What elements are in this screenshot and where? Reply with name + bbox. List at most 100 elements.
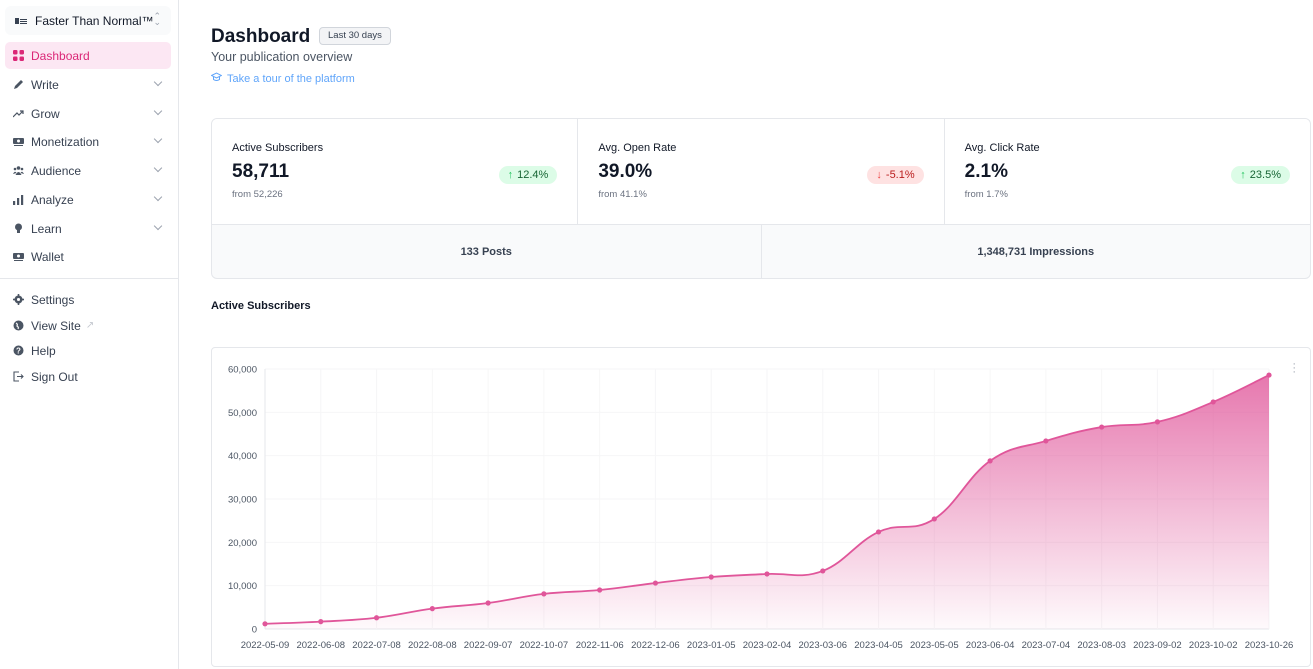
y-tick-label: 40,000 <box>228 451 257 462</box>
page-subtitle: Your publication overview <box>211 50 353 64</box>
sidebar-item-analyze[interactable]: Analyze <box>5 186 171 213</box>
sidebar-item-label: Help <box>31 343 56 358</box>
stat-card-open-rate: Avg. Open Rate 39.0% from 41.1% ↓ -5.1% <box>578 119 945 224</box>
external-link-icon: ↗ <box>85 320 95 331</box>
data-point <box>1043 438 1049 444</box>
sidebar-item-write[interactable]: Write <box>5 71 171 98</box>
data-point <box>429 606 435 612</box>
data-point <box>820 568 826 574</box>
x-tick-label: 2022-09-07 <box>464 640 513 651</box>
svg-text:?: ? <box>16 346 21 355</box>
stats-panel: Active Subscribers 58,711 from 52,226 ↑ 1… <box>211 118 1311 279</box>
data-point <box>485 600 491 606</box>
y-tick-label: 50,000 <box>228 408 257 419</box>
globe-icon <box>13 320 24 331</box>
data-point <box>931 516 937 522</box>
sidebar-item-sign-out[interactable]: Sign Out <box>5 363 171 390</box>
sidebar-item-learn[interactable]: Learn <box>5 215 171 242</box>
x-tick-label: 2023-07-04 <box>1022 640 1071 651</box>
wallet-icon <box>13 251 24 262</box>
chevron-down-icon <box>153 134 163 144</box>
stat-previous: from 52,226 <box>232 189 283 200</box>
sign-out-icon <box>13 371 24 382</box>
x-tick-label: 2023-10-02 <box>1189 640 1238 651</box>
stat-previous: from 41.1% <box>598 189 647 200</box>
chevron-down-icon <box>153 77 163 87</box>
sidebar-item-help[interactable]: ? Help <box>5 337 171 364</box>
sidebar-item-dashboard[interactable]: Dashboard <box>5 42 171 69</box>
grid-icon <box>13 50 24 61</box>
question-icon: ? <box>13 345 24 356</box>
lightbulb-icon <box>13 223 24 234</box>
sidebar-item-label: Learn <box>31 221 62 236</box>
publication-name: Faster Than Normal™ <box>35 13 154 28</box>
chart-section-title: Active Subscribers <box>211 300 311 312</box>
data-point <box>987 458 993 464</box>
x-tick-label: 2023-06-04 <box>966 640 1015 651</box>
sidebar-item-audience[interactable]: Audience <box>5 157 171 184</box>
sidebar: Faster Than Normal™ ⌃ ⌄ Dashboard Write G… <box>0 0 179 669</box>
sidebar-item-grow[interactable]: Grow <box>5 100 171 127</box>
sidebar-item-label: Monetization <box>31 134 100 149</box>
y-tick-label: 10,000 <box>228 581 257 592</box>
sidebar-item-label: Settings <box>31 292 75 307</box>
data-point <box>597 587 603 593</box>
chevron-up-down-icon: ⌃ ⌄ <box>153 11 161 27</box>
gear-icon <box>13 294 24 305</box>
y-tick-label: 60,000 <box>228 365 257 376</box>
chart-svg: 0 10,000 20,000 30,000 40,000 50,000 60,000 20… <box>228 365 1294 652</box>
subscribers-chart: 0 10,000 20,000 30,000 40,000 50,000 60,000 20… <box>211 347 1311 667</box>
total-impressions: 1,348,731 Impressions <box>977 246 1095 258</box>
stat-previous: from 1.7% <box>964 189 1008 200</box>
change-badge: ↑ 23.5% <box>1231 166 1290 184</box>
page-title: Dashboard <box>211 26 311 47</box>
change-value: -5.1% <box>885 169 915 181</box>
change-badge: ↓ -5.1% <box>867 166 924 184</box>
data-point <box>1266 372 1272 378</box>
x-tick-label: 2023-01-05 <box>687 640 736 651</box>
data-point <box>262 621 268 627</box>
sidebar-item-monetization[interactable]: Monetization <box>5 128 171 155</box>
sidebar-item-label: Audience <box>31 163 82 178</box>
publication-selector[interactable]: Faster Than Normal™ ⌃ ⌄ <box>5 6 171 35</box>
sidebar-item-settings[interactable]: Settings <box>5 286 171 313</box>
date-range-badge[interactable]: Last 30 days <box>319 27 391 45</box>
x-tick-label: 2023-09-02 <box>1133 640 1182 651</box>
data-point <box>875 529 882 535</box>
x-tick-label: 2022-12-06 <box>631 640 680 651</box>
stat-value: 2.1% <box>964 161 1008 182</box>
arrow-up-icon: ↑ <box>507 169 514 181</box>
x-tick-label: 2023-10-26 <box>1245 640 1294 651</box>
x-tick-label: 2022-11-06 <box>576 640 624 651</box>
x-tick-label: 2022-05-09 <box>241 640 290 651</box>
money-icon <box>13 136 24 147</box>
stat-label: Avg. Click Rate <box>964 142 1040 154</box>
x-tick-label: 2022-08-08 <box>408 640 457 651</box>
x-tick-label: 2022-10-07 <box>520 640 569 651</box>
chevron-down-icon <box>153 221 163 231</box>
sidebar-item-label: View Site <box>31 318 81 333</box>
arrow-down-icon: ↓ <box>876 169 882 181</box>
stat-label: Avg. Open Rate <box>598 142 677 154</box>
data-point <box>1099 424 1105 430</box>
y-tick-label: 30,000 <box>228 495 257 506</box>
sidebar-item-view-site[interactable]: View Site ↗ <box>5 312 171 339</box>
stat-label: Active Subscribers <box>232 142 324 154</box>
sidebar-item-label: Dashboard <box>31 48 90 63</box>
users-icon <box>13 165 24 176</box>
x-tick-label: 2023-03-06 <box>798 640 847 651</box>
x-tick-label: 2023-02-04 <box>743 640 792 651</box>
sidebar-item-wallet[interactable]: Wallet <box>5 243 171 270</box>
data-point <box>708 574 714 580</box>
graduation-cap-icon <box>210 72 223 85</box>
chart-menu-icon[interactable]: · · · <box>1292 359 1296 378</box>
stat-card-active-subscribers: Active Subscribers 58,711 from 52,226 ↑ 1… <box>212 119 579 224</box>
tour-link[interactable]: Take a tour of the platform <box>210 72 355 85</box>
tour-link-label: Take a tour of the platform <box>227 72 355 85</box>
stat-value: 58,711 <box>232 161 290 182</box>
data-point <box>1210 399 1216 405</box>
y-tick-label: 0 <box>252 625 257 636</box>
sidebar-item-label: Analyze <box>31 192 74 207</box>
change-value: 23.5% <box>1249 169 1281 181</box>
data-point <box>764 571 770 577</box>
